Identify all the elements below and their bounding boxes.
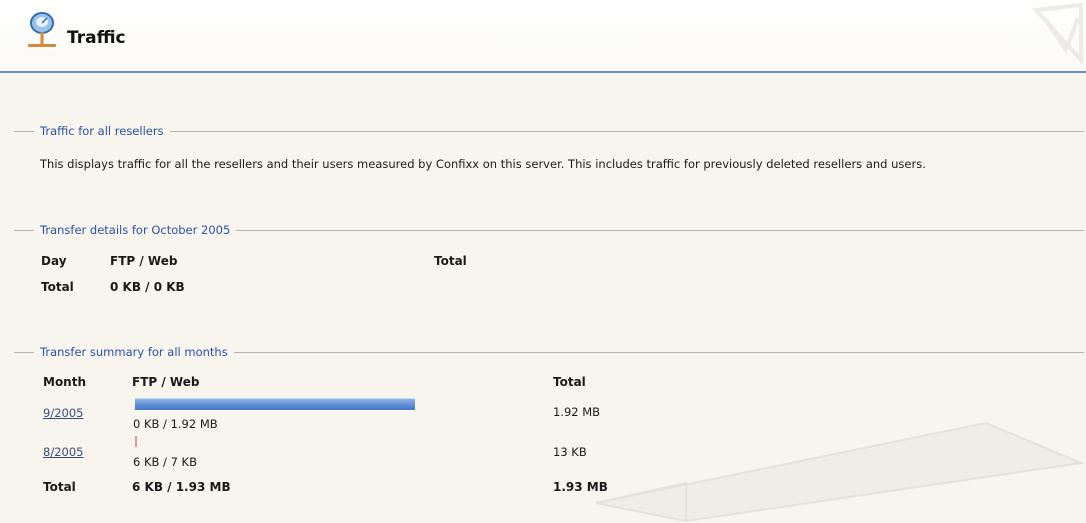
page-header: Traffic — [0, 0, 1086, 73]
month-link[interactable]: 8/2005 — [43, 445, 83, 459]
month-link[interactable]: 9/2005 — [43, 406, 83, 420]
details-total-label: Total — [41, 280, 74, 294]
section-title: Traffic for all resellers — [40, 124, 164, 138]
traffic-bar — [135, 436, 137, 447]
section-summary-legend: Transfer summary for all months — [14, 345, 1084, 359]
background-watermark — [595, 421, 1085, 523]
summary-total: 1.93 MB — [553, 480, 608, 494]
row-ftp-web: 6 KB / 7 KB — [133, 455, 197, 469]
page-title: Traffic — [67, 28, 126, 48]
summary-total-ftp-web: 6 KB / 1.93 MB — [132, 480, 231, 494]
column-header-ftp-web: FTP / Web — [132, 375, 200, 389]
row-total: 13 KB — [553, 445, 587, 459]
section-details-legend: Transfer details for October 2005 — [14, 223, 1084, 237]
column-header-total: Total — [434, 254, 467, 268]
row-ftp-web: 0 KB / 1.92 MB — [133, 417, 218, 431]
section-title: Transfer details for October 2005 — [40, 223, 231, 237]
section-title: Transfer summary for all months — [40, 345, 228, 359]
details-total-ftp-web: 0 KB / 0 KB — [110, 280, 185, 294]
traffic-bar — [135, 398, 415, 410]
column-header-total: Total — [553, 375, 586, 389]
section-description: This displays traffic for all the resell… — [40, 157, 926, 171]
row-total: 1.92 MB — [553, 405, 601, 419]
section-resellers-legend: Traffic for all resellers — [14, 124, 1084, 138]
summary-total-label: Total — [43, 480, 76, 494]
column-header-ftp-web: FTP / Web — [110, 254, 178, 268]
column-header-month: Month — [43, 375, 87, 389]
watermark-logo — [1031, 2, 1083, 66]
satellite-dish-icon — [28, 12, 56, 47]
column-header-day: Day — [41, 254, 67, 268]
